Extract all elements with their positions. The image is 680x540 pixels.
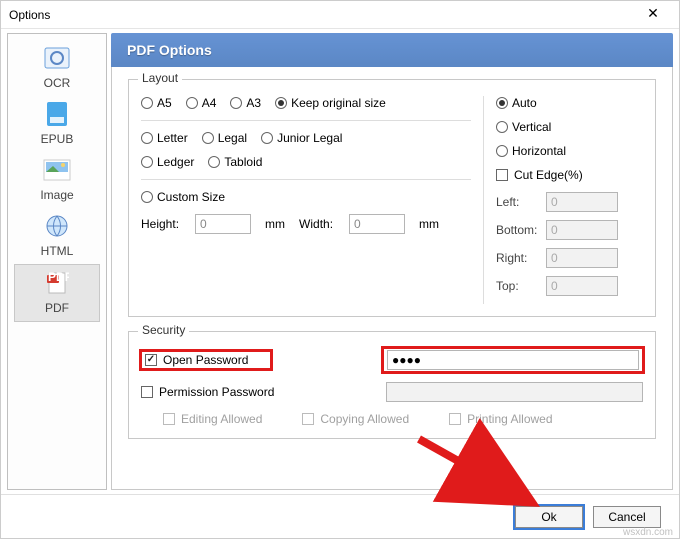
footer: Ok Cancel (1, 494, 679, 538)
left-input[interactable] (546, 192, 618, 212)
unit-label: mm (265, 217, 285, 231)
ok-button[interactable]: Ok (515, 506, 583, 528)
sidebar-item-pdf[interactable]: PDF PDF (14, 264, 100, 322)
html-icon (41, 212, 73, 240)
width-label: Width: (299, 217, 333, 231)
open-password-highlight: Open Password (141, 351, 271, 369)
panel-title: PDF Options (111, 33, 673, 67)
cancel-button[interactable]: Cancel (593, 506, 661, 528)
top-input[interactable] (546, 276, 618, 296)
epub-icon (41, 100, 73, 128)
radio-tabloid[interactable]: Tabloid (208, 155, 262, 169)
width-input[interactable] (349, 214, 405, 234)
top-label: Top: (496, 279, 540, 293)
right-input[interactable] (546, 248, 618, 268)
sidebar-label: OCR (14, 76, 100, 90)
sidebar-item-epub[interactable]: EPUB (14, 96, 100, 152)
radio-legal[interactable]: Legal (202, 131, 247, 145)
height-label: Height: (141, 217, 179, 231)
titlebar: Options ✕ (1, 1, 679, 29)
checkbox-permission-password[interactable]: Permission Password (141, 385, 274, 399)
radio-vertical[interactable]: Vertical (496, 120, 551, 134)
unit-label: mm (419, 217, 439, 231)
sidebar-label: HTML (14, 244, 100, 258)
pdf-icon: PDF (41, 269, 73, 297)
layout-legend: Layout (138, 71, 182, 85)
open-password-input[interactable] (387, 350, 639, 370)
close-icon[interactable]: ✕ (635, 5, 671, 25)
radio-junior-legal[interactable]: Junior Legal (261, 131, 342, 145)
radio-a4[interactable]: A4 (186, 96, 217, 110)
sidebar-item-ocr[interactable]: OCR (14, 40, 100, 96)
sidebar: OCR EPUB Image HTML (7, 33, 107, 490)
radio-ledger[interactable]: Ledger (141, 155, 194, 169)
watermark: wsxdn.com (623, 527, 673, 538)
radio-a5[interactable]: A5 (141, 96, 172, 110)
left-label: Left: (496, 195, 540, 209)
sidebar-label: PDF (15, 301, 99, 315)
checkbox-open-password[interactable]: Open Password (145, 353, 248, 367)
sidebar-label: EPUB (14, 132, 100, 146)
sidebar-label: Image (14, 188, 100, 202)
ocr-icon (41, 44, 73, 72)
radio-letter[interactable]: Letter (141, 131, 188, 145)
checkbox-copying[interactable]: Copying Allowed (302, 412, 409, 426)
bottom-label: Bottom: (496, 223, 540, 237)
svg-text:PDF: PDF (48, 271, 69, 284)
window-title: Options (9, 8, 635, 22)
radio-horizontal[interactable]: Horizontal (496, 144, 566, 158)
sidebar-item-html[interactable]: HTML (14, 208, 100, 264)
options-window: Options ✕ OCR EPUB Image (0, 0, 680, 539)
radio-custom-size[interactable]: Custom Size (141, 190, 225, 204)
checkbox-editing[interactable]: Editing Allowed (163, 412, 262, 426)
radio-keep-original[interactable]: Keep original size (275, 96, 386, 110)
security-legend: Security (138, 323, 189, 337)
main-panel: PDF Options Layout A5 A4 A3 Keep origina… (109, 29, 679, 494)
sidebar-item-image[interactable]: Image (14, 152, 100, 208)
image-icon (41, 156, 73, 184)
radio-a3[interactable]: A3 (230, 96, 261, 110)
permission-password-input[interactable] (386, 382, 643, 402)
open-password-input-highlight (383, 348, 643, 372)
checkbox-printing[interactable]: Printing Allowed (449, 412, 552, 426)
radio-auto[interactable]: Auto (496, 96, 537, 110)
checkbox-cut-edge[interactable]: Cut Edge(%) (496, 168, 583, 182)
right-label: Right: (496, 251, 540, 265)
bottom-input[interactable] (546, 220, 618, 240)
height-input[interactable] (195, 214, 251, 234)
